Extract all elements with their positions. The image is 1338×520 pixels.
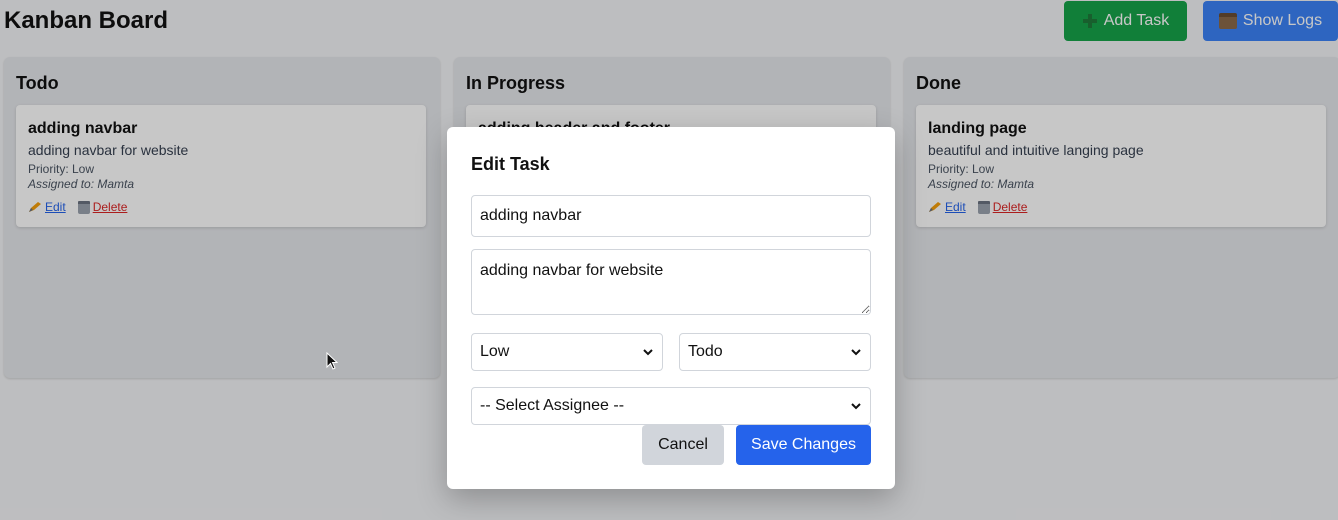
assignee-select[interactable]: -- Select Assignee -- <box>471 387 871 425</box>
task-title-input[interactable] <box>471 195 871 237</box>
mouse-cursor-icon <box>326 352 338 370</box>
save-changes-button[interactable]: Save Changes <box>736 425 871 465</box>
cancel-button[interactable]: Cancel <box>642 425 724 465</box>
priority-select[interactable]: Low <box>471 333 663 371</box>
chevron-down-icon <box>851 403 861 410</box>
chevron-down-icon <box>851 349 861 356</box>
edit-task-modal: Edit Task adding navbar for website Low … <box>447 127 895 489</box>
chevron-down-icon <box>643 349 653 356</box>
task-description-textarea[interactable]: adding navbar for website <box>471 249 871 315</box>
assignee-value: -- Select Assignee -- <box>480 397 625 414</box>
priority-value: Low <box>480 343 510 360</box>
modal-title: Edit Task <box>471 154 550 174</box>
status-value: Todo <box>688 343 723 360</box>
status-select[interactable]: Todo <box>679 333 871 371</box>
